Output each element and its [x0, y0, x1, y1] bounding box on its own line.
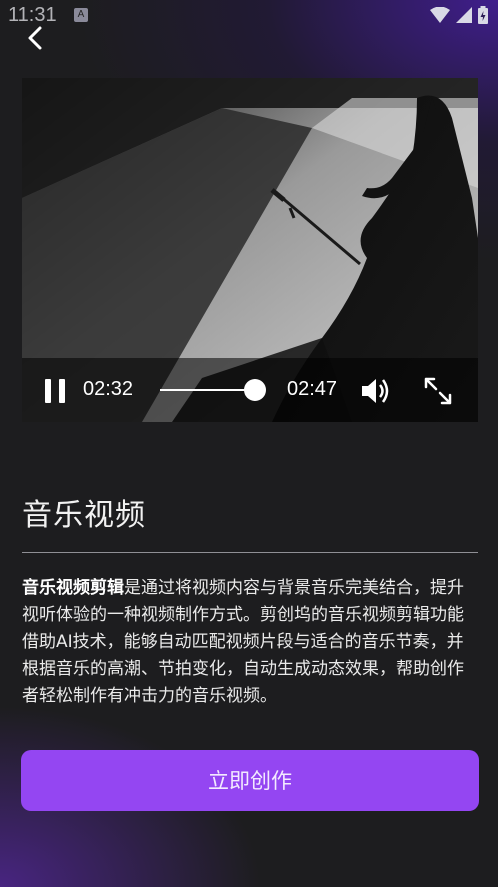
fullscreen-icon	[424, 377, 452, 405]
fullscreen-button[interactable]	[422, 375, 454, 407]
current-time: 02:32	[83, 378, 134, 400]
page-title: 音乐视频	[22, 498, 146, 533]
pause-icon	[45, 379, 51, 403]
volume-icon	[362, 379, 389, 403]
wifi-icon	[430, 7, 450, 23]
divider	[22, 552, 478, 553]
battery-icon	[478, 6, 488, 24]
signal-icon	[456, 7, 472, 23]
video-player[interactable]: 02:32 02:47	[22, 78, 478, 422]
status-bar: 11:31 A	[0, 0, 498, 32]
seek-thumb[interactable]	[244, 379, 266, 401]
notification-badge: A	[74, 8, 88, 22]
seek-bar[interactable]	[160, 389, 255, 391]
back-button[interactable]	[20, 22, 52, 54]
video-controls: 02:32 02:47	[22, 358, 478, 422]
description-highlight: 音乐视频剪辑	[22, 578, 124, 598]
description: 音乐视频剪辑是通过将视频内容与背景音乐完美结合，提升视听体验的一种视频制作方式。…	[22, 575, 480, 710]
create-now-button[interactable]: 立即创作	[21, 750, 479, 811]
duration: 02:47	[287, 378, 338, 400]
status-icons	[430, 6, 488, 24]
pause-button[interactable]	[44, 379, 66, 403]
chevron-left-icon	[28, 26, 42, 50]
volume-button[interactable]	[360, 376, 392, 406]
